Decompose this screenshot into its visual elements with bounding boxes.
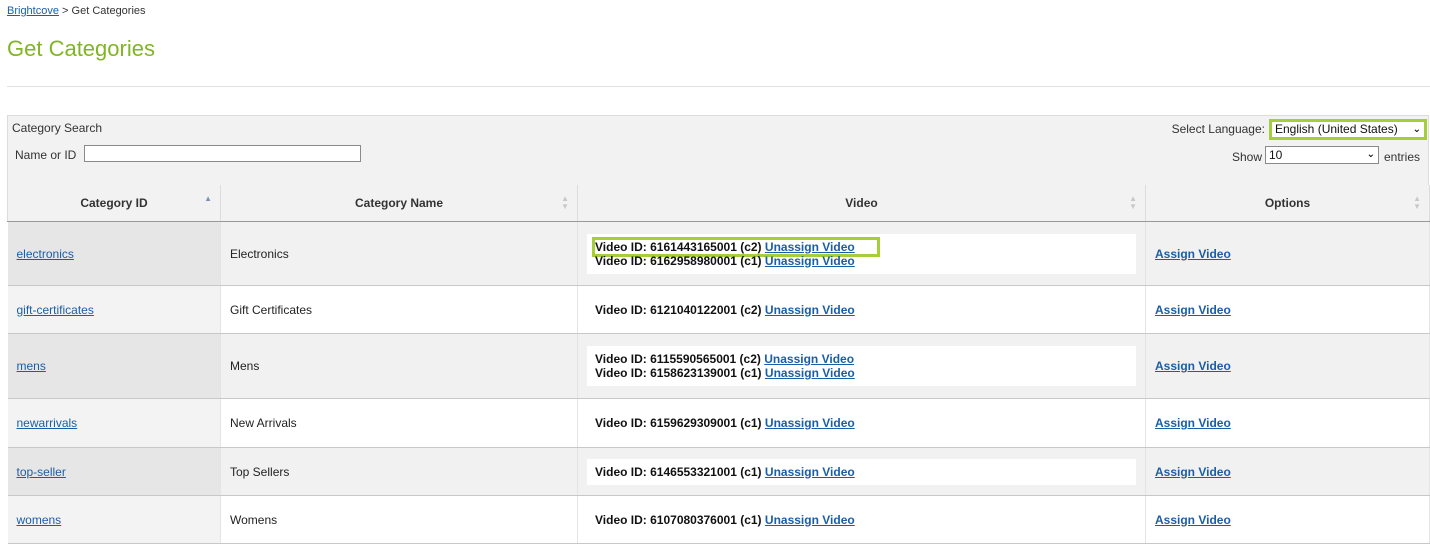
table-row: newarrivals New Arrivals Video ID: 61596… bbox=[7, 398, 1430, 448]
video-list: Video ID: 6121040122001 (c2) Unassign Vi… bbox=[587, 296, 1136, 323]
table-header-row: Category ID ▲ Category Name ▲ ▼ Video ▲ ▼ … bbox=[7, 185, 1430, 222]
video-list: Video ID: 6146553321001 (c1) Unassign Vi… bbox=[587, 458, 1136, 485]
language-select-value: English (United States) bbox=[1275, 122, 1398, 136]
category-name: Mens bbox=[220, 333, 578, 399]
assign-video-link[interactable]: Assign Video bbox=[1155, 513, 1231, 527]
unassign-video-link[interactable]: Unassign Video bbox=[765, 513, 855, 527]
unassign-video-link[interactable]: Unassign Video bbox=[764, 352, 854, 366]
category-name: Top Sellers bbox=[220, 447, 578, 496]
entries-select-value: 10 bbox=[1269, 148, 1283, 162]
assign-video-link[interactable]: Assign Video bbox=[1155, 416, 1231, 430]
category-name: New Arrivals bbox=[220, 398, 578, 448]
category-id-link[interactable]: newarrivals bbox=[17, 416, 78, 430]
assign-video-link[interactable]: Assign Video bbox=[1155, 465, 1231, 479]
column-header-category-id[interactable]: Category ID ▲ bbox=[7, 185, 221, 222]
video-id-text: Video ID: 6115590565001 (c2) bbox=[595, 352, 761, 366]
entries-select[interactable]: 10 ⌄ bbox=[1265, 146, 1379, 164]
video-id-text: Video ID: 6161443165001 (c2) bbox=[595, 239, 762, 254]
video-id-text: Video ID: 6158623139001 (c1) bbox=[595, 366, 762, 380]
table-row: electronics Electronics Video ID: 616144… bbox=[7, 221, 1430, 286]
unassign-video-link[interactable]: Unassign Video bbox=[765, 240, 855, 254]
video-id-text: Video ID: 6162958980001 (c1) bbox=[595, 253, 762, 268]
unassign-video-link[interactable]: Unassign Video bbox=[765, 465, 855, 479]
name-or-id-input[interactable] bbox=[84, 145, 361, 162]
title-divider bbox=[7, 86, 1430, 87]
assign-video-link[interactable]: Assign Video bbox=[1155, 359, 1231, 373]
category-id-link[interactable]: mens bbox=[17, 359, 46, 373]
sort-icon: ▲ ▼ bbox=[561, 194, 569, 211]
unassign-video-link[interactable]: Unassign Video bbox=[765, 254, 855, 268]
categories-table: Category ID ▲ Category Name ▲ ▼ Video ▲ ▼ … bbox=[7, 185, 1430, 544]
highlighted-video-entry: Video ID: 6161443165001 (c2) Unassign Vi… bbox=[592, 236, 880, 257]
table-row: womens Womens Video ID: 6107080376001 (c… bbox=[7, 495, 1430, 544]
breadcrumb-separator: > bbox=[62, 5, 69, 17]
video-list: Video ID: 6115590565001 (c2) Unassign Vi… bbox=[587, 346, 1136, 386]
chevron-down-icon: ⌄ bbox=[1366, 149, 1375, 160]
category-name: Electronics bbox=[220, 221, 578, 286]
sort-icon: ▲ ▼ bbox=[1129, 194, 1137, 211]
video-list: Video ID: 6107080376001 (c1) Unassign Vi… bbox=[587, 506, 1136, 533]
category-id-link[interactable]: womens bbox=[17, 513, 62, 527]
entries-label: entries bbox=[1383, 150, 1420, 164]
category-name: Womens bbox=[220, 495, 578, 544]
chevron-down-icon: ⌄ bbox=[1412, 124, 1421, 135]
sort-ascending-icon: ▲ bbox=[204, 194, 212, 203]
video-id-text: Video ID: 6146553321001 (c1) bbox=[595, 464, 762, 479]
video-id-text: Video ID: 6107080376001 (c1) bbox=[595, 512, 762, 527]
category-name: Gift Certificates bbox=[220, 285, 578, 334]
language-select[interactable]: English (United States) ⌄ bbox=[1269, 119, 1427, 140]
video-list: Video ID: 6161443165001 (c2) Unassign Vi… bbox=[587, 233, 1136, 274]
name-or-id-label: Name or ID bbox=[15, 148, 77, 162]
video-id-text: Video ID: 6121040122001 (c2) bbox=[595, 302, 762, 317]
category-id-link[interactable]: gift-certificates bbox=[17, 303, 94, 317]
column-header-options[interactable]: Options ▲ ▼ bbox=[1145, 185, 1430, 222]
unassign-video-link[interactable]: Unassign Video bbox=[765, 303, 855, 317]
sort-icon: ▲ ▼ bbox=[1413, 194, 1421, 211]
category-id-link[interactable]: electronics bbox=[17, 247, 74, 261]
video-id-text: Video ID: 6159629309001 (c1) bbox=[595, 416, 762, 430]
unassign-video-link[interactable]: Unassign Video bbox=[765, 366, 855, 380]
select-language-label: Select Language: bbox=[1171, 122, 1265, 136]
column-header-video[interactable]: Video ▲ ▼ bbox=[577, 185, 1146, 222]
category-search-title: Category Search bbox=[12, 121, 103, 135]
category-id-link[interactable]: top-seller bbox=[17, 465, 66, 479]
breadcrumb-root-link[interactable]: Brightcove bbox=[7, 5, 59, 17]
breadcrumb-current: Get Categories bbox=[71, 5, 146, 17]
assign-video-link[interactable]: Assign Video bbox=[1155, 247, 1231, 261]
category-search-panel: Category Search Name or ID Select Langua… bbox=[7, 115, 1429, 185]
table-row: mens Mens Video ID: 6115590565001 (c2) U… bbox=[7, 333, 1430, 399]
page-title: Get Categories bbox=[7, 36, 155, 61]
show-label: Show bbox=[1231, 150, 1262, 164]
breadcrumb: Brightcove > Get Categories bbox=[7, 5, 146, 17]
table-row: top-seller Top Sellers Video ID: 6146553… bbox=[7, 447, 1430, 496]
unassign-video-link[interactable]: Unassign Video bbox=[765, 416, 855, 430]
video-list: Video ID: 6159629309001 (c1) Unassign Vi… bbox=[587, 410, 1136, 436]
assign-video-link[interactable]: Assign Video bbox=[1155, 303, 1231, 317]
table-row: gift-certificates Gift Certificates Vide… bbox=[7, 285, 1430, 334]
column-header-category-name[interactable]: Category Name ▲ ▼ bbox=[220, 185, 578, 222]
